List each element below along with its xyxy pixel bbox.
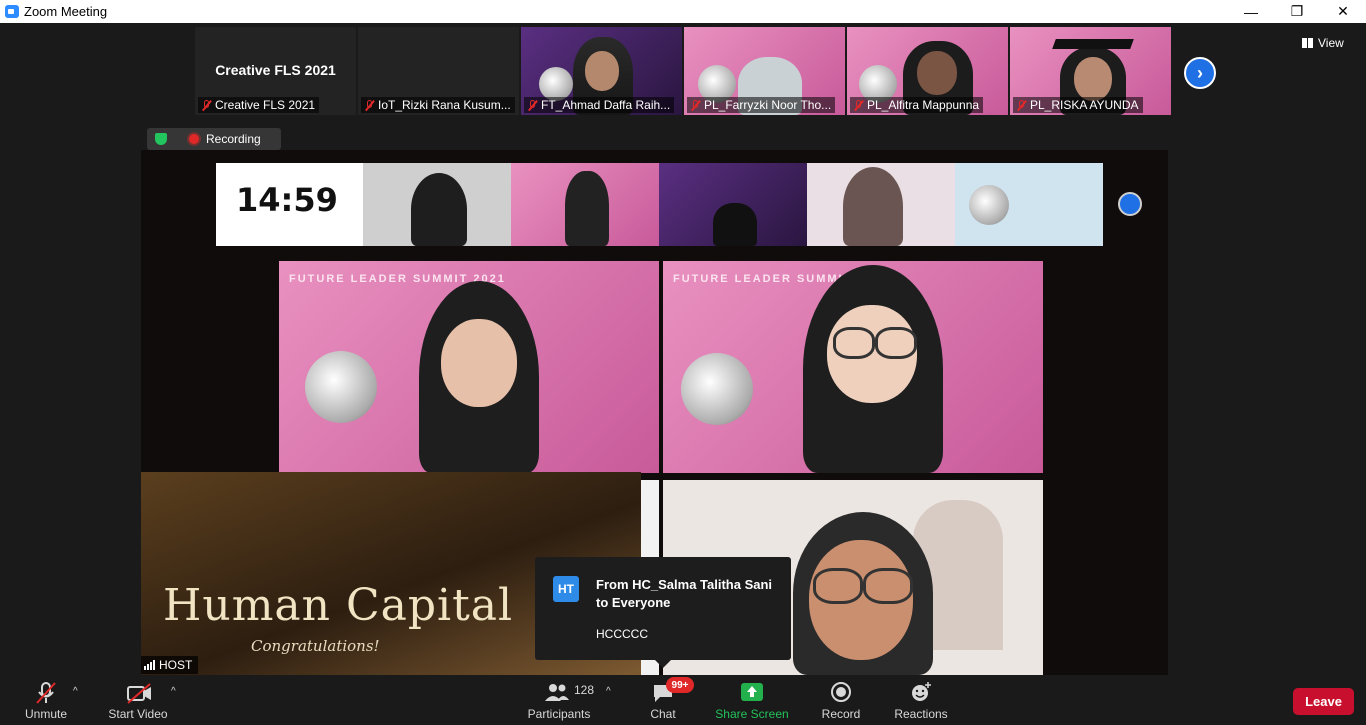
countdown-timer-tile: 14:59	[216, 163, 363, 246]
chat-sender: From HC_Salma Talitha Sani to Everyone	[596, 577, 773, 610]
chat-label: Chat	[650, 707, 676, 721]
view-label: View	[1318, 36, 1344, 50]
shared-next-icon	[1118, 192, 1142, 216]
participant-thumbnail[interactable]: PL_Farryzki Noor Tho...	[684, 27, 845, 115]
restore-button[interactable]: ❐	[1274, 0, 1320, 23]
mic-muted-icon	[1017, 99, 1026, 111]
shared-participant-tile	[807, 163, 955, 246]
participant-thumbnail[interactable]: Creative FLS 2021 Creative FLS 2021	[195, 27, 356, 115]
participant-name: FT_Ahmad Daffa Raih...	[524, 97, 675, 113]
recording-dot-icon	[189, 134, 199, 144]
record-label: Record	[821, 707, 861, 721]
unmute-button[interactable]: Unmute	[14, 675, 78, 725]
shared-participant-tile	[511, 163, 659, 246]
mascot-image	[681, 353, 753, 425]
start-video-label: Start Video	[108, 707, 168, 721]
close-button[interactable]: ✕	[1320, 0, 1366, 23]
video-options-caret-icon[interactable]: ^	[171, 686, 176, 697]
minimize-button[interactable]: —	[1228, 0, 1274, 23]
participant-face	[441, 319, 517, 407]
countdown-clock: 14:59	[236, 181, 338, 219]
chat-notification-popup[interactable]: HT From HC_Salma Talitha Sani to Everyon…	[535, 557, 791, 668]
glasses	[813, 568, 863, 604]
leave-button[interactable]: Leave	[1293, 688, 1354, 715]
record-icon	[831, 682, 851, 702]
participant-thumbnail[interactable]: IoT_Rizki Rana Kusum...	[358, 27, 519, 115]
participant-video	[843, 167, 903, 246]
glasses	[863, 568, 913, 604]
participant-name: PL_Farryzki Noor Tho...	[687, 97, 836, 113]
mascot-image	[305, 351, 377, 423]
graduation-cap	[1052, 39, 1134, 49]
mascot-image	[539, 67, 573, 101]
mic-muted-icon	[691, 99, 700, 111]
participant-face	[585, 51, 619, 91]
participant-video	[565, 171, 609, 246]
title-bar: Zoom Meeting — ❐ ✕	[0, 0, 1366, 23]
video-off-icon	[127, 683, 151, 704]
security-shield-icon	[155, 133, 167, 145]
participant-video	[713, 203, 757, 246]
mic-muted-icon	[365, 99, 374, 111]
participant-count: 128	[574, 683, 595, 697]
participants-icon	[545, 684, 569, 701]
signal-bars-icon	[144, 660, 155, 670]
mascot-image	[969, 185, 1009, 225]
mic-muted-icon	[528, 99, 537, 111]
unmute-label: Unmute	[24, 707, 68, 721]
shared-video-tile: FUTURE LEADER SUMMIT 2021	[663, 261, 1043, 473]
audio-options-caret-icon[interactable]: ^	[73, 686, 78, 697]
participant-thumbnail[interactable]: FT_Ahmad Daffa Raih...	[521, 27, 682, 115]
shared-participant-tile	[955, 163, 1103, 246]
participant-thumbnail[interactable]: PL_Alfitra Mappunna	[847, 27, 1008, 115]
recording-indicator[interactable]: Recording	[147, 128, 281, 150]
sender-avatar: HT	[553, 576, 579, 602]
participant-face	[917, 51, 957, 95]
reactions-label: Reactions	[894, 707, 948, 721]
glasses	[875, 327, 917, 359]
participants-options-caret-icon[interactable]: ^	[606, 686, 611, 697]
participant-name: Creative FLS 2021	[198, 97, 320, 113]
chat-unread-badge: 99+	[666, 677, 694, 693]
chat-message: HCCCCC	[596, 627, 648, 641]
grid-view-icon	[1302, 38, 1313, 48]
mic-muted-icon	[36, 682, 56, 704]
participant-name: PL_Alfitra Mappunna	[850, 97, 984, 113]
record-button[interactable]: Record	[814, 675, 868, 725]
chevron-right-icon: ›	[1197, 62, 1203, 83]
recording-label: Recording	[206, 132, 261, 146]
mic-muted-icon	[854, 99, 863, 111]
view-button[interactable]: View	[1302, 36, 1344, 50]
reactions-button[interactable]: Reactions	[890, 675, 952, 725]
shared-participant-tile	[363, 163, 511, 246]
start-video-button[interactable]: Start Video	[102, 675, 174, 725]
reactions-smiley-icon	[912, 682, 931, 701]
share-screen-button[interactable]: Share Screen	[712, 675, 792, 725]
participant-video	[411, 173, 467, 246]
banner-title: Human Capital	[163, 580, 514, 631]
participants-label: Participants	[527, 707, 591, 721]
participant-name: IoT_Rizki Rana Kusum...	[361, 97, 515, 113]
shared-participant-tile	[659, 163, 807, 246]
glasses	[833, 327, 875, 359]
zoom-app-icon	[5, 5, 19, 18]
participant-face	[1074, 57, 1112, 101]
participant-center-name: Creative FLS 2021	[215, 62, 336, 78]
participant-thumbnail[interactable]: PL_RISKA AYUNDA	[1010, 27, 1171, 115]
host-label-text: HOST	[159, 658, 193, 672]
share-screen-icon	[741, 683, 763, 701]
host-label: HOST	[141, 656, 198, 674]
mic-muted-icon	[202, 99, 211, 111]
share-screen-label: Share Screen	[715, 707, 789, 721]
participant-name: PL_RISKA AYUNDA	[1013, 97, 1143, 113]
banner-subtitle: Congratulations!	[251, 637, 380, 655]
shared-video-tile: FUTURE LEADER SUMMIT 2021	[279, 261, 659, 473]
window-title: Zoom Meeting	[24, 4, 108, 19]
participants-button[interactable]: 128 Participants	[522, 675, 596, 725]
next-page-button[interactable]: ›	[1184, 57, 1216, 89]
